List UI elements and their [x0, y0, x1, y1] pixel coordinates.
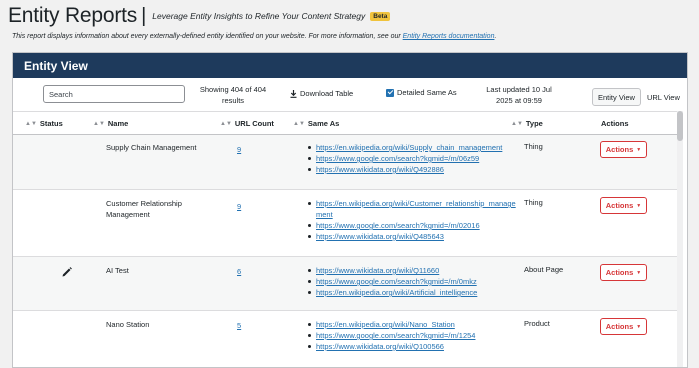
page-title: Entity Reports [8, 4, 138, 27]
table-header: ▲▼ Status ▲▼ Name ▲▼ URL Count ▲▼ Same As ▲▼… [13, 111, 677, 135]
view-toggle: Entity View URL View [592, 88, 686, 106]
actions-label: Actions [605, 322, 634, 331]
column-status[interactable]: ▲▼ Status [25, 119, 63, 128]
same-as-link[interactable]: https://www.google.com/search?kgmid=/m/0… [306, 276, 516, 287]
last-updated: Last updated 10 Jul 2025 at 09:59 [486, 85, 552, 105]
actions-button[interactable]: Actions ▼ [600, 141, 647, 158]
pencil-icon[interactable] [61, 266, 73, 278]
same-as-link[interactable]: https://www.google.com/search?kgmid=/m/0… [306, 153, 516, 164]
download-icon [290, 89, 297, 98]
same-as-list: https://en.wikipedia.org/wiki/Supply_cha… [306, 142, 516, 175]
entity-type: Thing [524, 142, 543, 151]
same-as-link[interactable]: https://en.wikipedia.org/wiki/Supply_cha… [306, 142, 516, 153]
url-count-link[interactable]: 9 [237, 145, 241, 154]
sort-icon: ▲▼ [220, 120, 232, 127]
same-as-link[interactable]: https://www.wikidata.org/wiki/Q492886 [306, 164, 516, 175]
intro-text: This report displays information about e… [12, 33, 496, 40]
url-count-link[interactable]: 9 [237, 202, 241, 211]
detailed-same-as-toggle[interactable]: Detailed Same As [386, 88, 457, 97]
column-name-label: Name [107, 119, 129, 128]
download-table-button[interactable]: Download Table [290, 89, 353, 98]
panel-title: Entity View [13, 53, 687, 78]
actions-label: Actions [605, 268, 634, 277]
url-count-link[interactable]: 5 [237, 321, 241, 330]
url-count-link[interactable]: 6 [237, 267, 241, 276]
column-actions-label: Actions [601, 119, 629, 128]
column-actions: Actions [601, 119, 629, 128]
column-same-as-label: Same As [307, 119, 340, 128]
column-url-count[interactable]: ▲▼ URL Count [220, 119, 274, 128]
intro-body: This report displays information about e… [12, 33, 403, 40]
detailed-same-as-checkbox[interactable] [386, 88, 394, 97]
entity-type: Product [524, 319, 550, 328]
search-input[interactable] [43, 85, 185, 103]
entity-type: About Page [524, 265, 564, 274]
entity-table: ▲▼ Status ▲▼ Name ▲▼ URL Count ▲▼ Same As ▲▼… [13, 111, 677, 367]
intro-end: . [494, 33, 497, 40]
column-same-as[interactable]: ▲▼ Same As [293, 119, 339, 128]
detailed-same-as-label: Detailed Same As [397, 88, 457, 97]
same-as-list: https://en.wikipedia.org/wiki/Nano_Stati… [306, 319, 516, 352]
actions-label: Actions [605, 145, 634, 154]
same-as-link[interactable]: https://www.wikidata.org/wiki/Q11660 [306, 265, 516, 276]
same-as-list: https://en.wikipedia.org/wiki/Customer_r… [306, 198, 516, 242]
actions-button[interactable]: Actions ▼ [600, 318, 647, 335]
sort-icon: ▲▼ [93, 120, 105, 127]
chevron-down-icon: ▼ [636, 146, 642, 153]
table-toolbar: Showing 404 of 404 results Download Tabl… [13, 78, 687, 111]
sort-icon: ▲▼ [511, 120, 523, 127]
same-as-link[interactable]: https://en.wikipedia.org/wiki/Nano_Stati… [306, 319, 516, 330]
entity-view-button[interactable]: Entity View [592, 88, 641, 106]
entity-name: AI Test [106, 266, 129, 275]
table-scrollbar[interactable] [677, 111, 683, 367]
entity-type: Thing [524, 198, 543, 207]
column-type-label: Type [525, 119, 543, 128]
documentation-link[interactable]: Entity Reports documentation [403, 33, 495, 40]
scrollbar-thumb[interactable] [677, 111, 683, 141]
column-status-label: Status [39, 119, 63, 128]
table-row: Nano Station 5 https://en.wikipedia.org/… [13, 311, 677, 367]
entity-name: Supply Chain Management [106, 143, 197, 152]
same-as-list: https://www.wikidata.org/wiki/Q11660 htt… [306, 265, 516, 298]
same-as-link[interactable]: https://www.google.com/search?kgmid=/m/0… [306, 220, 516, 231]
beta-badge: Beta [370, 11, 391, 21]
download-label: Download Table [300, 89, 354, 98]
column-url-count-label: URL Count [234, 119, 274, 128]
entity-name: Customer Relationship Management [106, 199, 182, 219]
same-as-link[interactable]: https://www.wikidata.org/wiki/Q100566 [306, 341, 516, 352]
chevron-down-icon: ▼ [636, 269, 642, 276]
same-as-link[interactable]: https://www.google.com/search?kgmid=/m/1… [306, 330, 516, 341]
same-as-link[interactable]: https://en.wikipedia.org/wiki/Customer_r… [306, 198, 516, 220]
table-row: Customer Relationship Management 9 https… [13, 190, 677, 257]
actions-label: Actions [605, 201, 634, 210]
actions-button[interactable]: Actions ▼ [600, 264, 647, 281]
title-separator: | [141, 4, 147, 27]
table-row: Supply Chain Management 9 https://en.wik… [13, 135, 677, 190]
entity-name: Nano Station [106, 320, 150, 329]
column-name[interactable]: ▲▼ Name [93, 119, 128, 128]
sort-icon: ▲▼ [25, 120, 37, 127]
chevron-down-icon: ▼ [636, 202, 642, 209]
url-view-button[interactable]: URL View [641, 88, 686, 106]
chevron-down-icon: ▼ [636, 323, 642, 330]
page-header: Entity Reports | Leverage Entity Insight… [8, 4, 391, 28]
table-row: AI Test 6 https://www.wikidata.org/wiki/… [13, 257, 677, 311]
same-as-link[interactable]: https://www.wikidata.org/wiki/Q485643 [306, 231, 516, 242]
results-count: Showing 404 of 404 results [199, 85, 267, 105]
column-type[interactable]: ▲▼ Type [511, 119, 543, 128]
actions-button[interactable]: Actions ▼ [600, 197, 647, 214]
entity-view-panel: Entity View Showing 404 of 404 results D… [12, 52, 688, 368]
same-as-link[interactable]: https://en.wikipedia.org/wiki/Artificial… [306, 287, 516, 298]
page-tagline: Leverage Entity Insights to Refine Your … [152, 11, 366, 21]
sort-icon: ▲▼ [293, 120, 305, 127]
